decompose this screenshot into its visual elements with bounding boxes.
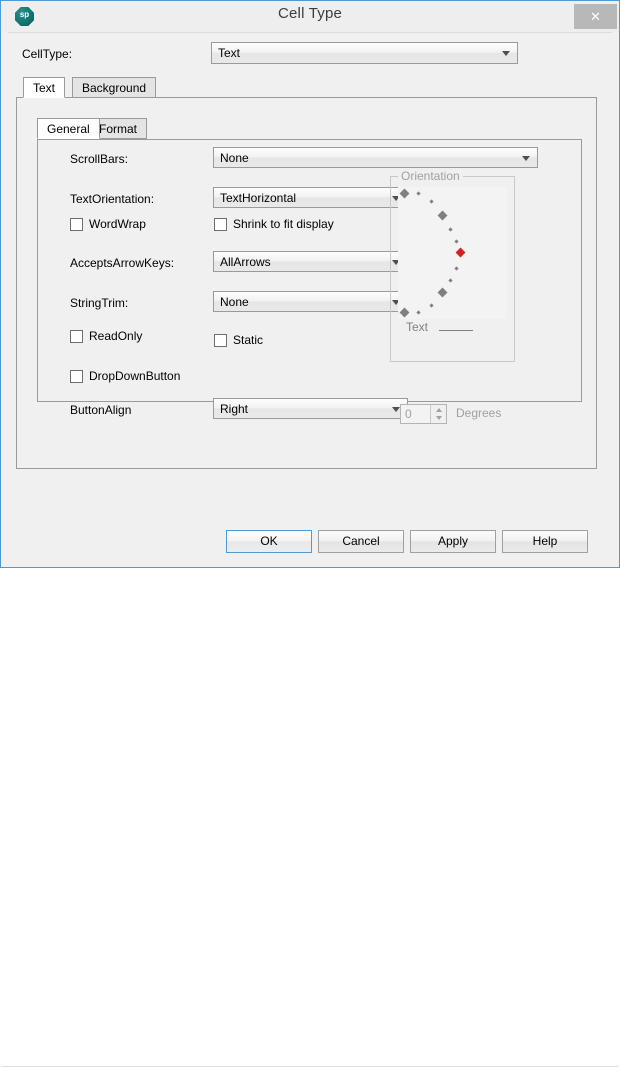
degrees-stepper-buttons[interactable] bbox=[430, 405, 446, 423]
orientation-dot-g[interactable] bbox=[429, 303, 434, 308]
title-bar: sp Cell Type ✕ bbox=[1, 1, 619, 32]
shrink-to-fit-label: Shrink to fit display bbox=[233, 217, 334, 231]
tab-text[interactable]: Text bbox=[23, 77, 66, 98]
textorientation-label: TextOrientation: bbox=[70, 192, 155, 206]
degrees-stepper[interactable]: 0 bbox=[400, 404, 447, 424]
scrollbars-select[interactable]: None bbox=[213, 147, 538, 168]
stringtrim-select-value: None bbox=[220, 295, 249, 309]
orientation-dot-a[interactable] bbox=[416, 191, 421, 196]
close-button[interactable]: ✕ bbox=[574, 4, 617, 29]
readonly-label: ReadOnly bbox=[89, 329, 143, 343]
acceptsarrowkeys-select[interactable]: AllArrows bbox=[213, 251, 408, 272]
orientation-dot-45[interactable] bbox=[437, 210, 448, 221]
outer-tab-strip: Text Background bbox=[16, 77, 597, 98]
celltype-label: CellType: bbox=[22, 47, 73, 61]
orientation-dot-e[interactable] bbox=[454, 266, 459, 271]
stringtrim-select[interactable]: None bbox=[213, 291, 408, 312]
stepper-down-button[interactable] bbox=[431, 414, 447, 423]
orientation-dot-m90[interactable] bbox=[399, 307, 410, 318]
orientation-sample-text: Text bbox=[406, 320, 429, 334]
cell-type-dialog: sp Cell Type ✕ CellType: Text Text Backg… bbox=[0, 0, 620, 1067]
buttonalign-label: ButtonAlign bbox=[70, 403, 132, 417]
acceptsarrowkeys-select-value: AllArrows bbox=[220, 255, 271, 269]
stepper-up-button[interactable] bbox=[431, 405, 447, 414]
buttonalign-select-value: Right bbox=[220, 402, 249, 416]
tab-background[interactable]: Background bbox=[72, 77, 157, 98]
dialog-body: CellType: Text Text Background General F… bbox=[8, 32, 612, 511]
chevron-down-icon bbox=[522, 155, 530, 161]
checkbox-box bbox=[70, 330, 83, 343]
orientation-dot-c[interactable] bbox=[448, 227, 453, 232]
chevron-down-icon bbox=[502, 51, 510, 56]
orientation-pointer-line bbox=[439, 330, 473, 331]
chevron-down-icon bbox=[392, 406, 400, 412]
checkbox-box bbox=[70, 370, 83, 383]
tab-general[interactable]: General bbox=[37, 118, 100, 139]
orientation-dot-b[interactable] bbox=[429, 199, 434, 204]
caret-up-icon bbox=[436, 408, 442, 412]
textorientation-select-value: TextHorizontal bbox=[220, 191, 297, 205]
orientation-picker[interactable] bbox=[398, 187, 507, 319]
help-button[interactable]: Help bbox=[502, 530, 588, 553]
textorientation-select[interactable]: TextHorizontal bbox=[213, 187, 408, 208]
scrollbars-label: ScrollBars: bbox=[70, 152, 129, 166]
dialog-footer: OK Cancel Apply Help bbox=[1, 511, 619, 1067]
dropdownbutton-label: DropDownButton bbox=[89, 369, 181, 383]
scrollbars-select-value: None bbox=[220, 151, 249, 165]
wordwrap-label: WordWrap bbox=[89, 217, 146, 231]
orientation-dot-h[interactable] bbox=[416, 310, 421, 315]
buttonalign-select[interactable]: Right bbox=[213, 398, 408, 419]
acceptsarrowkeys-label: AcceptsArrowKeys: bbox=[70, 256, 175, 270]
celltype-select[interactable]: Text bbox=[211, 42, 518, 64]
orientation-dot-0-selected[interactable] bbox=[455, 247, 466, 258]
checkbox-box bbox=[214, 218, 227, 231]
degrees-value: 0 bbox=[405, 407, 412, 421]
degrees-label: Degrees bbox=[456, 406, 502, 420]
inner-tab-strip: General Format bbox=[29, 97, 580, 139]
cancel-button[interactable]: Cancel bbox=[318, 530, 404, 553]
static-label: Static bbox=[233, 333, 264, 347]
checkbox-box bbox=[70, 218, 83, 231]
orientation-legend: Orientation bbox=[398, 169, 463, 183]
apply-button[interactable]: Apply bbox=[410, 530, 496, 553]
orientation-dot-d[interactable] bbox=[454, 239, 459, 244]
orientation-dot-90[interactable] bbox=[399, 188, 410, 199]
close-icon: ✕ bbox=[590, 9, 601, 24]
stringtrim-label: StringTrim: bbox=[70, 296, 129, 310]
orientation-dot-f[interactable] bbox=[448, 278, 453, 283]
window-title: Cell Type bbox=[277, 5, 343, 22]
checkbox-box bbox=[214, 334, 227, 347]
caret-down-icon bbox=[436, 416, 442, 420]
ok-button[interactable]: OK bbox=[226, 530, 312, 553]
orientation-dot-m45[interactable] bbox=[437, 287, 448, 298]
celltype-select-value: Text bbox=[218, 46, 241, 60]
